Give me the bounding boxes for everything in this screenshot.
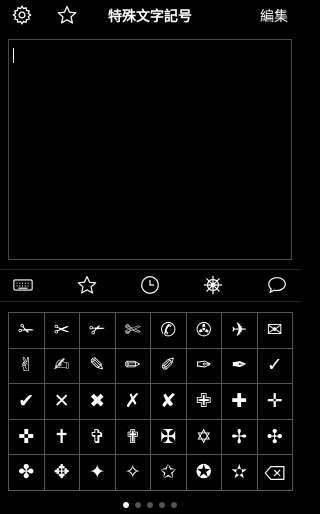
symbol-cell[interactable]: ✕	[44, 384, 80, 420]
gear-icon[interactable]	[11, 4, 33, 26]
symbol-cell[interactable]: ✎	[80, 348, 116, 385]
clock-icon[interactable]	[139, 274, 161, 296]
symbol-cell[interactable]: ✘	[151, 384, 187, 420]
text-cursor	[13, 48, 14, 63]
symbol-cell[interactable]: ✄	[115, 313, 151, 349]
symbol-cell[interactable]: ✑	[186, 348, 222, 385]
ship-wheel-icon[interactable]	[202, 274, 224, 296]
symbol-grid: ✁ ✂ ✃ ✄ ✆ ✇ ✈ ✉ ✌ ✍ ✎ ✏ ✐ ✑ ✒ ✓ ✔ ✕ ✖ ✗ …	[8, 312, 293, 491]
symbol-cell[interactable]: ✩	[151, 455, 187, 491]
symbol-cell[interactable]: ✜	[9, 419, 45, 456]
symbol-cell[interactable]: ✤	[9, 455, 45, 491]
delete-button[interactable]	[257, 455, 293, 491]
category-tab-bar	[0, 269, 300, 302]
star-icon[interactable]	[76, 274, 98, 296]
page-dot	[171, 502, 177, 508]
symbol-cell[interactable]: ✟	[115, 419, 151, 456]
symbol-cell[interactable]: ✁	[9, 313, 45, 349]
symbol-cell[interactable]: ✚	[222, 384, 258, 420]
symbol-cell[interactable]: ✣	[257, 419, 293, 456]
symbol-cell[interactable]: ✖	[80, 384, 116, 420]
symbol-cell[interactable]: ✢	[222, 419, 258, 456]
symbol-cell[interactable]: ✔	[9, 384, 45, 420]
symbol-cell[interactable]: ✦	[80, 455, 116, 491]
symbol-cell[interactable]: ✏	[115, 348, 151, 385]
symbol-cell[interactable]: ✍	[44, 348, 80, 385]
symbol-cell[interactable]: ✧	[115, 455, 151, 491]
edit-button[interactable]: 編集	[260, 6, 288, 26]
symbol-cell[interactable]: ✆	[151, 313, 187, 349]
symbol-cell[interactable]: ✙	[186, 384, 222, 420]
symbol-cell[interactable]: ✥	[44, 455, 80, 491]
symbol-cell[interactable]: ✂	[44, 313, 80, 349]
symbol-cell[interactable]: ✫	[222, 455, 258, 491]
symbol-cell[interactable]: ✃	[80, 313, 116, 349]
page-dot	[123, 502, 129, 508]
symbol-cell[interactable]: ✠	[151, 419, 187, 456]
delete-key-icon	[264, 465, 285, 480]
symbol-cell[interactable]: ✉	[257, 313, 293, 349]
page-dot	[135, 502, 141, 508]
page-dot	[147, 502, 153, 508]
symbol-cell[interactable]: ✐	[151, 348, 187, 385]
symbol-cell[interactable]: ✓	[257, 348, 293, 385]
symbol-cell[interactable]: ✌	[9, 348, 45, 385]
symbol-cell[interactable]: ✞	[80, 419, 116, 456]
symbol-cell[interactable]: ✪	[186, 455, 222, 491]
symbol-cell[interactable]: ✛	[257, 384, 293, 420]
symbol-cell[interactable]: ✝	[44, 419, 80, 456]
symbol-cell[interactable]: ✡	[186, 419, 222, 456]
symbol-cell[interactable]: ✒	[222, 348, 258, 385]
navigation-bar: 特殊文字記号 編集	[0, 0, 300, 30]
symbol-cell[interactable]: ✈	[222, 313, 258, 349]
page-indicator[interactable]	[0, 502, 300, 510]
symbol-cell[interactable]: ✇	[186, 313, 222, 349]
speech-bubble-icon[interactable]	[266, 274, 288, 296]
keyboard-icon[interactable]	[12, 274, 34, 296]
text-editor[interactable]	[8, 39, 292, 260]
symbol-cell[interactable]: ✗	[115, 384, 151, 420]
page-title: 特殊文字記号	[108, 9, 192, 25]
page-dot	[159, 502, 165, 508]
